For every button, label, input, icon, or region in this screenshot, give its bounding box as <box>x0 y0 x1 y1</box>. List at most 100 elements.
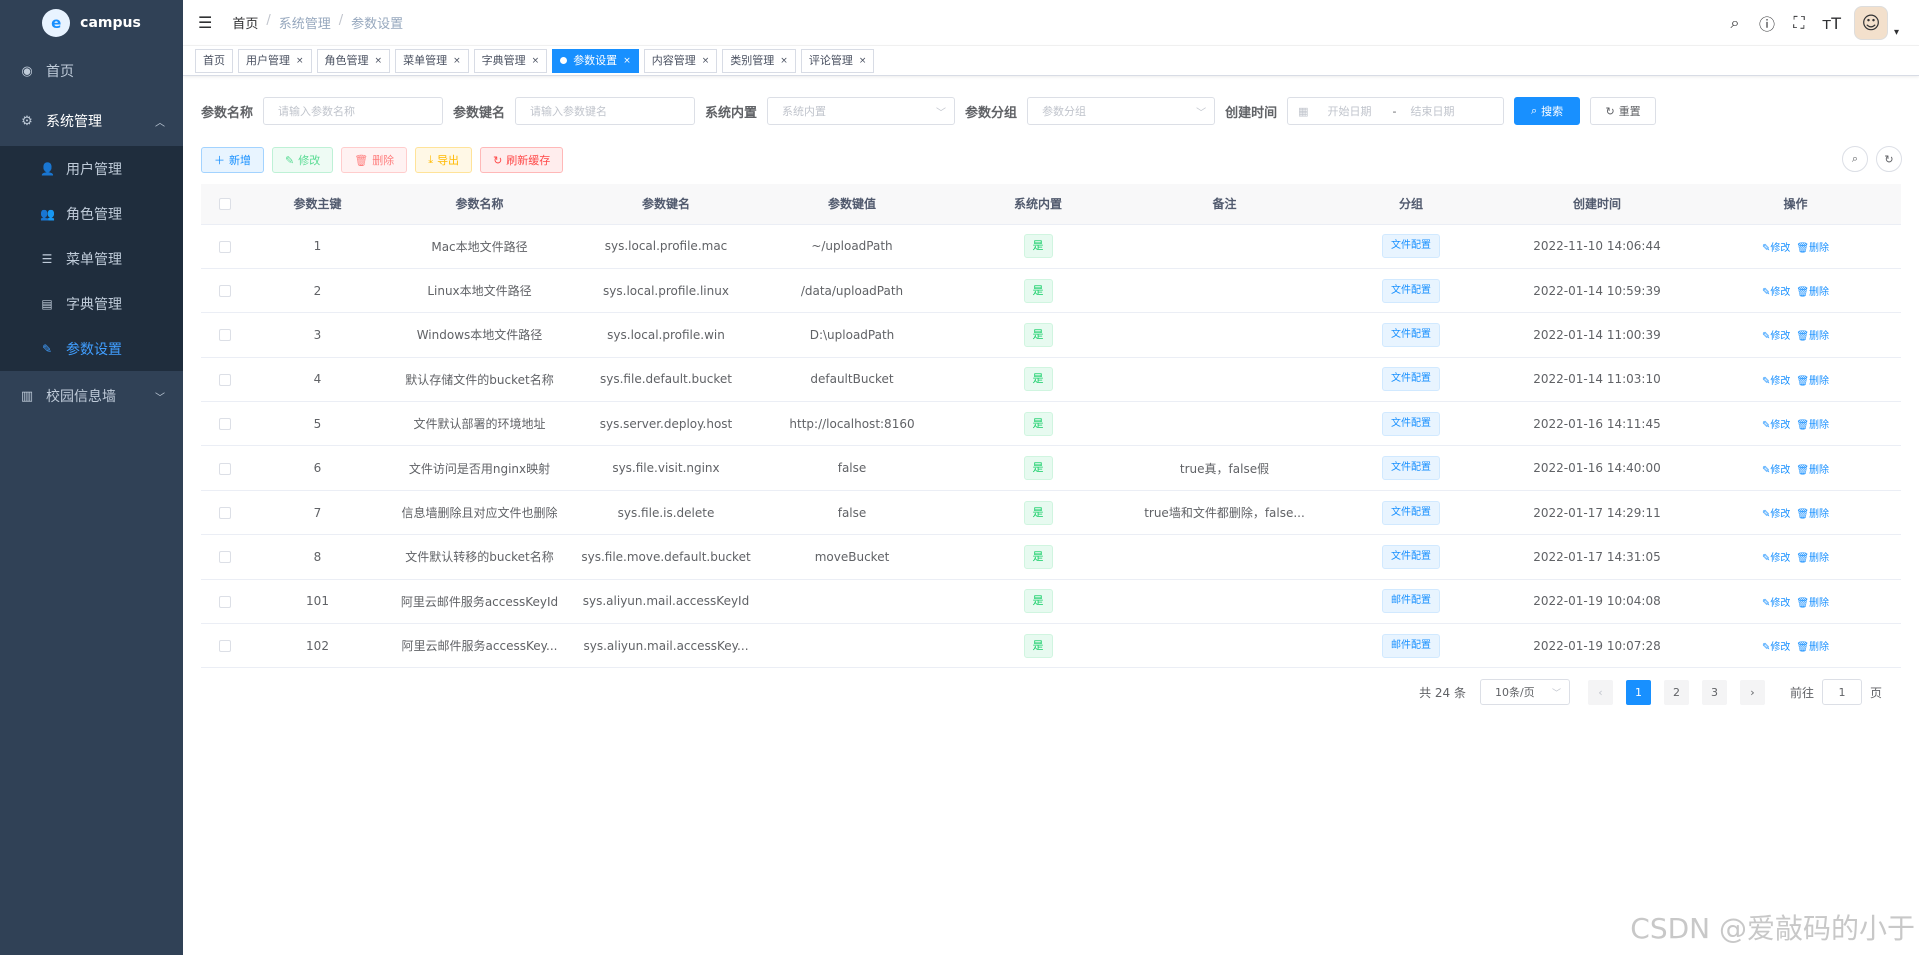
row-checkbox[interactable] <box>219 240 231 253</box>
tag-menus[interactable]: 菜单管理 × <box>395 48 469 73</box>
row-checkbox[interactable] <box>219 462 231 475</box>
row-delete-button[interactable]: 🗑删除 <box>1796 642 1829 653</box>
time-cell: 2022-01-14 10:59:39 <box>1504 268 1690 314</box>
logo[interactable]: e campus <box>0 0 183 46</box>
edit-button[interactable]: ✎ 修改 <box>272 147 334 173</box>
close-icon[interactable]: × <box>780 50 788 72</box>
page-size-select[interactable]: 10条/页 ﹀ <box>1479 679 1570 705</box>
search-button[interactable]: ⌕ 搜索 <box>1514 97 1581 125</box>
time-cell: 2022-01-16 14:40:00 <box>1504 445 1690 491</box>
row-delete-button[interactable]: 🗑删除 <box>1796 509 1829 520</box>
cell-value: /data/uploadPath <box>800 283 904 298</box>
row-checkbox[interactable] <box>219 418 231 431</box>
page-button-1[interactable]: 1 <box>1625 679 1651 705</box>
row-delete-button[interactable]: 🗑删除 <box>1796 287 1829 298</box>
close-icon[interactable]: × <box>702 50 710 72</box>
delete-button[interactable]: 🗑 删除 <box>341 147 408 173</box>
row-checkbox[interactable] <box>219 595 231 608</box>
breadcrumb-home[interactable]: 首页 <box>232 13 258 32</box>
builtin-cell: 是 <box>945 579 1131 625</box>
next-page-button[interactable]: › <box>1739 679 1765 705</box>
tag-comment[interactable]: 评论管理 × <box>800 48 875 73</box>
tag-roles[interactable]: 角色管理 × <box>316 48 391 73</box>
row-delete-button[interactable]: 🗑删除 <box>1796 598 1829 609</box>
refresh-table-button[interactable]: ↻ <box>1876 146 1902 172</box>
sidebar-item-system[interactable]: ⚙ 系统管理 ︿ <box>0 96 183 146</box>
row-checkbox[interactable] <box>219 373 231 386</box>
sidebar-item-menus[interactable]: ☰ 菜单管理 <box>0 236 183 281</box>
edit-label: 修改 <box>298 154 321 167</box>
search-icon[interactable]: ⌕ <box>1726 13 1744 33</box>
row-edit-button[interactable]: ✎修改 <box>1762 331 1790 342</box>
sidebar-item-campus-wall[interactable]: ▥ 校园信息墙 ﹀ <box>0 371 183 421</box>
font-size-icon[interactable]: ᴛT <box>1822 14 1841 33</box>
export-button[interactable]: ⤓ 导出 <box>415 147 473 173</box>
row-delete-button[interactable]: 🗑删除 <box>1796 243 1829 254</box>
row-delete-button[interactable]: 🗑删除 <box>1796 376 1829 387</box>
id-cell: 4 <box>249 357 386 403</box>
builtin-tag: 是 <box>1023 500 1053 525</box>
close-icon[interactable]: × <box>532 50 540 72</box>
edit-label: 修改 <box>1770 553 1791 565</box>
hamburger-icon[interactable]: ☰ <box>198 13 212 32</box>
row-edit-button[interactable]: ✎修改 <box>1762 642 1790 653</box>
add-button[interactable]: ＋ 新增 <box>201 147 264 173</box>
question-icon[interactable]: ⓘ <box>1758 11 1776 35</box>
tag-category[interactable]: 类别管理 × <box>722 48 796 73</box>
time-cell: 2022-11-10 14:06:44 <box>1504 224 1690 269</box>
row-edit-button[interactable]: ✎修改 <box>1762 420 1790 431</box>
sidebar-item-roles[interactable]: 👥 角色管理 <box>0 191 183 236</box>
tag-config[interactable]: 参数设置 × <box>552 48 639 73</box>
page-button-2[interactable]: 2 <box>1663 679 1689 705</box>
builtin-select[interactable]: 系统内置 ﹀ <box>767 97 956 125</box>
fullscreen-icon[interactable]: ⛶ <box>1790 13 1808 33</box>
row-checkbox[interactable] <box>219 507 231 520</box>
close-icon[interactable]: × <box>375 50 383 72</box>
row-delete-button[interactable]: 🗑删除 <box>1796 465 1829 476</box>
chevron-up-icon: ︿ <box>155 117 165 129</box>
goto-page-input[interactable]: 1 <box>1821 679 1862 705</box>
tag-content[interactable]: 内容管理 × <box>643 48 718 73</box>
row-delete-button[interactable]: 🗑删除 <box>1796 420 1829 431</box>
tag-users[interactable]: 用户管理 × <box>238 48 312 73</box>
param-name-input[interactable]: 请输入参数名称 <box>263 97 444 125</box>
prev-page-button[interactable]: ‹ <box>1587 679 1613 705</box>
toggle-search-button[interactable]: ⌕ <box>1842 146 1868 172</box>
refresh-cache-button[interactable]: ↻ 刷新缓存 <box>480 147 564 173</box>
close-icon[interactable]: × <box>453 50 461 72</box>
row-edit-button[interactable]: ✎修改 <box>1762 509 1790 520</box>
sidebar-item-config[interactable]: ✎ 参数设置 <box>0 326 183 371</box>
tag-dict[interactable]: 字典管理 × <box>473 48 548 73</box>
row-edit-button[interactable]: ✎修改 <box>1762 287 1790 298</box>
date-range-picker[interactable]: ▦ 开始日期 - 结束日期 <box>1287 97 1505 125</box>
select-all-checkbox[interactable] <box>219 198 231 211</box>
close-icon[interactable]: × <box>859 50 867 72</box>
caret-down-icon[interactable]: ▾ <box>1894 27 1899 38</box>
group-select[interactable]: 参数分组 ﹀ <box>1027 97 1216 125</box>
breadcrumb: 首页 / 系统管理 / 参数设置 <box>232 13 403 32</box>
row-edit-button[interactable]: ✎修改 <box>1762 553 1790 564</box>
row-checkbox[interactable] <box>219 285 231 298</box>
row-edit-button[interactable]: ✎修改 <box>1762 243 1790 254</box>
avatar[interactable]: ☺ <box>1853 6 1888 40</box>
tag-home[interactable]: 首页 <box>195 48 233 73</box>
row-checkbox[interactable] <box>219 640 231 653</box>
row-delete-button[interactable]: 🗑删除 <box>1796 553 1829 564</box>
sidebar-item-users[interactable]: 👤 用户管理 <box>0 146 183 191</box>
row-edit-button[interactable]: ✎修改 <box>1762 598 1790 609</box>
row-edit-button[interactable]: ✎修改 <box>1762 376 1790 387</box>
sidebar-item-home[interactable]: ◉ 首页 <box>0 46 183 96</box>
row-checkbox[interactable] <box>219 551 231 564</box>
close-icon[interactable]: × <box>623 50 631 72</box>
cell-time: 2022-01-17 14:29:11 <box>1533 505 1661 520</box>
row-edit-button[interactable]: ✎修改 <box>1762 465 1790 476</box>
page-button-3[interactable]: 3 <box>1701 679 1727 705</box>
row-checkbox[interactable] <box>219 329 231 342</box>
cell-key: sys.aliyun.mail.accessKeyId <box>582 594 750 609</box>
param-key-input[interactable]: 请输入参数键名 <box>515 97 696 125</box>
close-icon[interactable]: × <box>296 50 304 72</box>
remark-cell <box>1131 357 1318 403</box>
row-delete-button[interactable]: 🗑删除 <box>1796 331 1829 342</box>
sidebar-item-dict[interactable]: ▤ 字典管理 <box>0 281 183 326</box>
reset-button[interactable]: ↻ 重置 <box>1590 97 1657 125</box>
